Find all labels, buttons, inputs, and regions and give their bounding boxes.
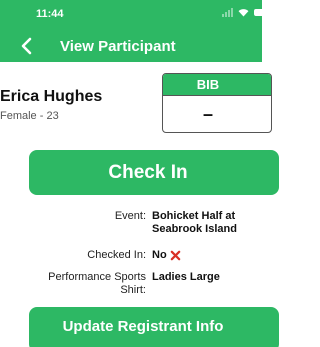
bib-card: BIB – — [162, 73, 272, 133]
update-registrant-button-label: Update Registrant Info — [62, 318, 224, 335]
nav-bar: View Participant — [0, 34, 262, 60]
participant-name: Erica Hughes — [0, 88, 103, 105]
checked-in-value: No — [152, 249, 181, 262]
shirt-label-line2: Shirt: — [120, 284, 146, 296]
shirt-label-line1: Performance Sports — [48, 271, 146, 283]
battery-icon — [254, 9, 262, 16]
status-icons — [222, 8, 262, 17]
bib-label: BIB — [163, 74, 271, 96]
event-label: Event: — [114, 210, 146, 222]
x-mark-icon — [170, 250, 180, 261]
check-in-button-label: Check In — [108, 162, 188, 183]
checked-in-label: Checked In: — [87, 249, 146, 261]
event-value-line1: Bohicket Half at — [152, 210, 236, 222]
participant-gender-age: Female - 23 — [0, 110, 59, 122]
event-value-line2: Seabrook Island — [152, 223, 237, 235]
signal-icon — [222, 8, 233, 17]
update-registrant-button[interactable]: Update Registrant Info — [29, 307, 279, 347]
status-time: 11:44 — [36, 8, 64, 20]
wifi-icon — [238, 9, 249, 17]
chevron-left-icon[interactable] — [20, 36, 34, 56]
event-value: Bohicket Half at Seabrook Island — [152, 210, 237, 236]
check-in-button[interactable]: Check In — [29, 150, 279, 195]
checked-in-status: No — [152, 249, 167, 261]
shirt-label: Performance Sports Shirt: — [48, 271, 146, 297]
page-title: View Participant — [60, 38, 176, 55]
app-header: 11:44 View Participant — [0, 0, 262, 62]
shirt-value: Ladies Large — [152, 271, 220, 283]
bib-number: – — [202, 104, 213, 124]
status-bar: 11:44 — [0, 0, 262, 26]
